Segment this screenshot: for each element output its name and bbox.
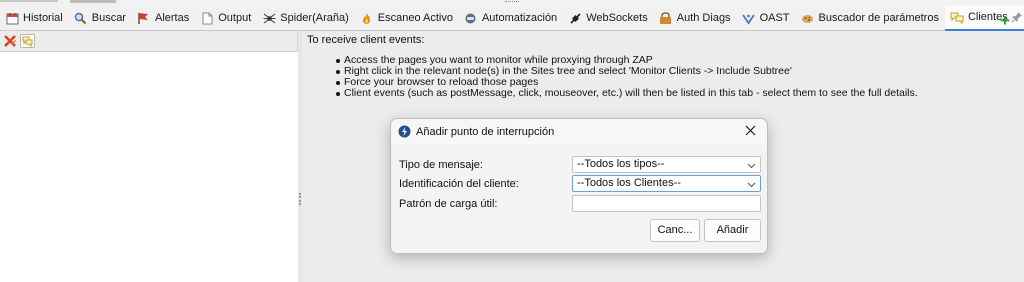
- tab-automatizacion[interactable]: Automatización: [459, 6, 563, 31]
- instructions-list: Access the pages you want to monitor whi…: [336, 55, 918, 99]
- message-type-value: --Todos los tipos--: [577, 158, 665, 170]
- client-list-toolbar: [0, 31, 297, 50]
- chevron-down-icon: [747, 179, 756, 188]
- list-item: Client events (such as postMessage, clic…: [336, 88, 918, 99]
- tab-historial[interactable]: Historial: [0, 6, 69, 31]
- cookie-icon: [801, 11, 815, 25]
- document-icon: [200, 11, 214, 25]
- tab-clientes[interactable]: Clientes: [944, 5, 1024, 31]
- tab-label: Buscar: [91, 12, 126, 24]
- calendar-icon: [5, 11, 19, 25]
- tab-label: Historial: [23, 12, 63, 24]
- flag-icon: [137, 11, 151, 25]
- cut-off-item: [70, 0, 116, 3]
- tab-label: Spider(Araña): [280, 12, 349, 24]
- tab-output[interactable]: Output: [195, 6, 257, 31]
- tab-bar: Historial Buscar Alertas Output Spider(A…: [0, 5, 1024, 31]
- add-tab-icon[interactable]: +: [998, 12, 1012, 29]
- client-list-pane: [0, 31, 298, 282]
- tab-auth-diags[interactable]: Auth Diags: [654, 6, 737, 31]
- add-breakpoint-dialog: Añadir punto de interrupción Tipo de men…: [390, 118, 768, 254]
- panel-grip[interactable]: [505, 1, 519, 3]
- tab-label: Escaneo Activo: [377, 12, 453, 24]
- tab-label: Alertas: [154, 12, 190, 24]
- robot-icon: [464, 11, 478, 25]
- chevron-down-icon: [747, 160, 756, 169]
- client-id-value: --Todos los Clientes--: [577, 177, 681, 189]
- spider-icon: [262, 11, 276, 25]
- clients-options-icon: [20, 33, 35, 48]
- client-id-label: Identificación del cliente:: [399, 178, 519, 190]
- flame-icon: [360, 11, 374, 25]
- cut-off-item: [0, 0, 58, 2]
- client-list[interactable]: [0, 51, 298, 282]
- message-type-label: Tipo de mensaje:: [399, 159, 483, 171]
- tab-label: WebSockets: [586, 12, 648, 24]
- tab-buscador-parametros[interactable]: Buscador de parámetros: [796, 6, 945, 31]
- cancel-button[interactable]: Canc...: [650, 219, 700, 242]
- tab-label: Auth Diags: [676, 12, 731, 24]
- zap-logo-icon: [398, 125, 411, 138]
- message-type-select[interactable]: --Todos los tipos--: [572, 156, 761, 173]
- oast-icon: [742, 11, 756, 25]
- tab-label: Automatización: [481, 12, 558, 24]
- tab-label: Output: [218, 12, 252, 24]
- tab-buscar[interactable]: Buscar: [69, 6, 132, 31]
- close-icon[interactable]: [743, 124, 757, 138]
- tab-label: OAST: [759, 12, 790, 24]
- tab-alertas[interactable]: Alertas: [132, 6, 195, 31]
- clients-icon: [950, 10, 964, 24]
- tab-escaneo-activo[interactable]: Escaneo Activo: [355, 6, 459, 31]
- plug-icon: [568, 11, 582, 25]
- client-options-button[interactable]: [19, 33, 36, 49]
- clear-icon: [3, 34, 16, 47]
- dialog-titlebar[interactable]: Añadir punto de interrupción: [391, 119, 767, 145]
- add-button[interactable]: Añadir: [704, 219, 761, 242]
- tab-spider[interactable]: Spider(Araña): [257, 6, 354, 31]
- tab-oast[interactable]: OAST: [737, 6, 796, 31]
- clear-clients-button[interactable]: [1, 33, 18, 49]
- payload-pattern-label: Patrón de carga útil:: [399, 198, 498, 210]
- tab-label: Buscador de parámetros: [818, 12, 939, 24]
- magnifier-icon: [74, 11, 88, 25]
- splitter-grip[interactable]: [299, 193, 301, 205]
- auth-icon: [659, 11, 673, 25]
- tab-websockets[interactable]: WebSockets: [563, 6, 654, 31]
- payload-pattern-input[interactable]: [572, 195, 761, 212]
- instructions-title: To receive client events:: [307, 34, 425, 46]
- client-id-select[interactable]: --Todos los Clientes--: [572, 175, 761, 192]
- dialog-title: Añadir punto de interrupción: [416, 126, 555, 138]
